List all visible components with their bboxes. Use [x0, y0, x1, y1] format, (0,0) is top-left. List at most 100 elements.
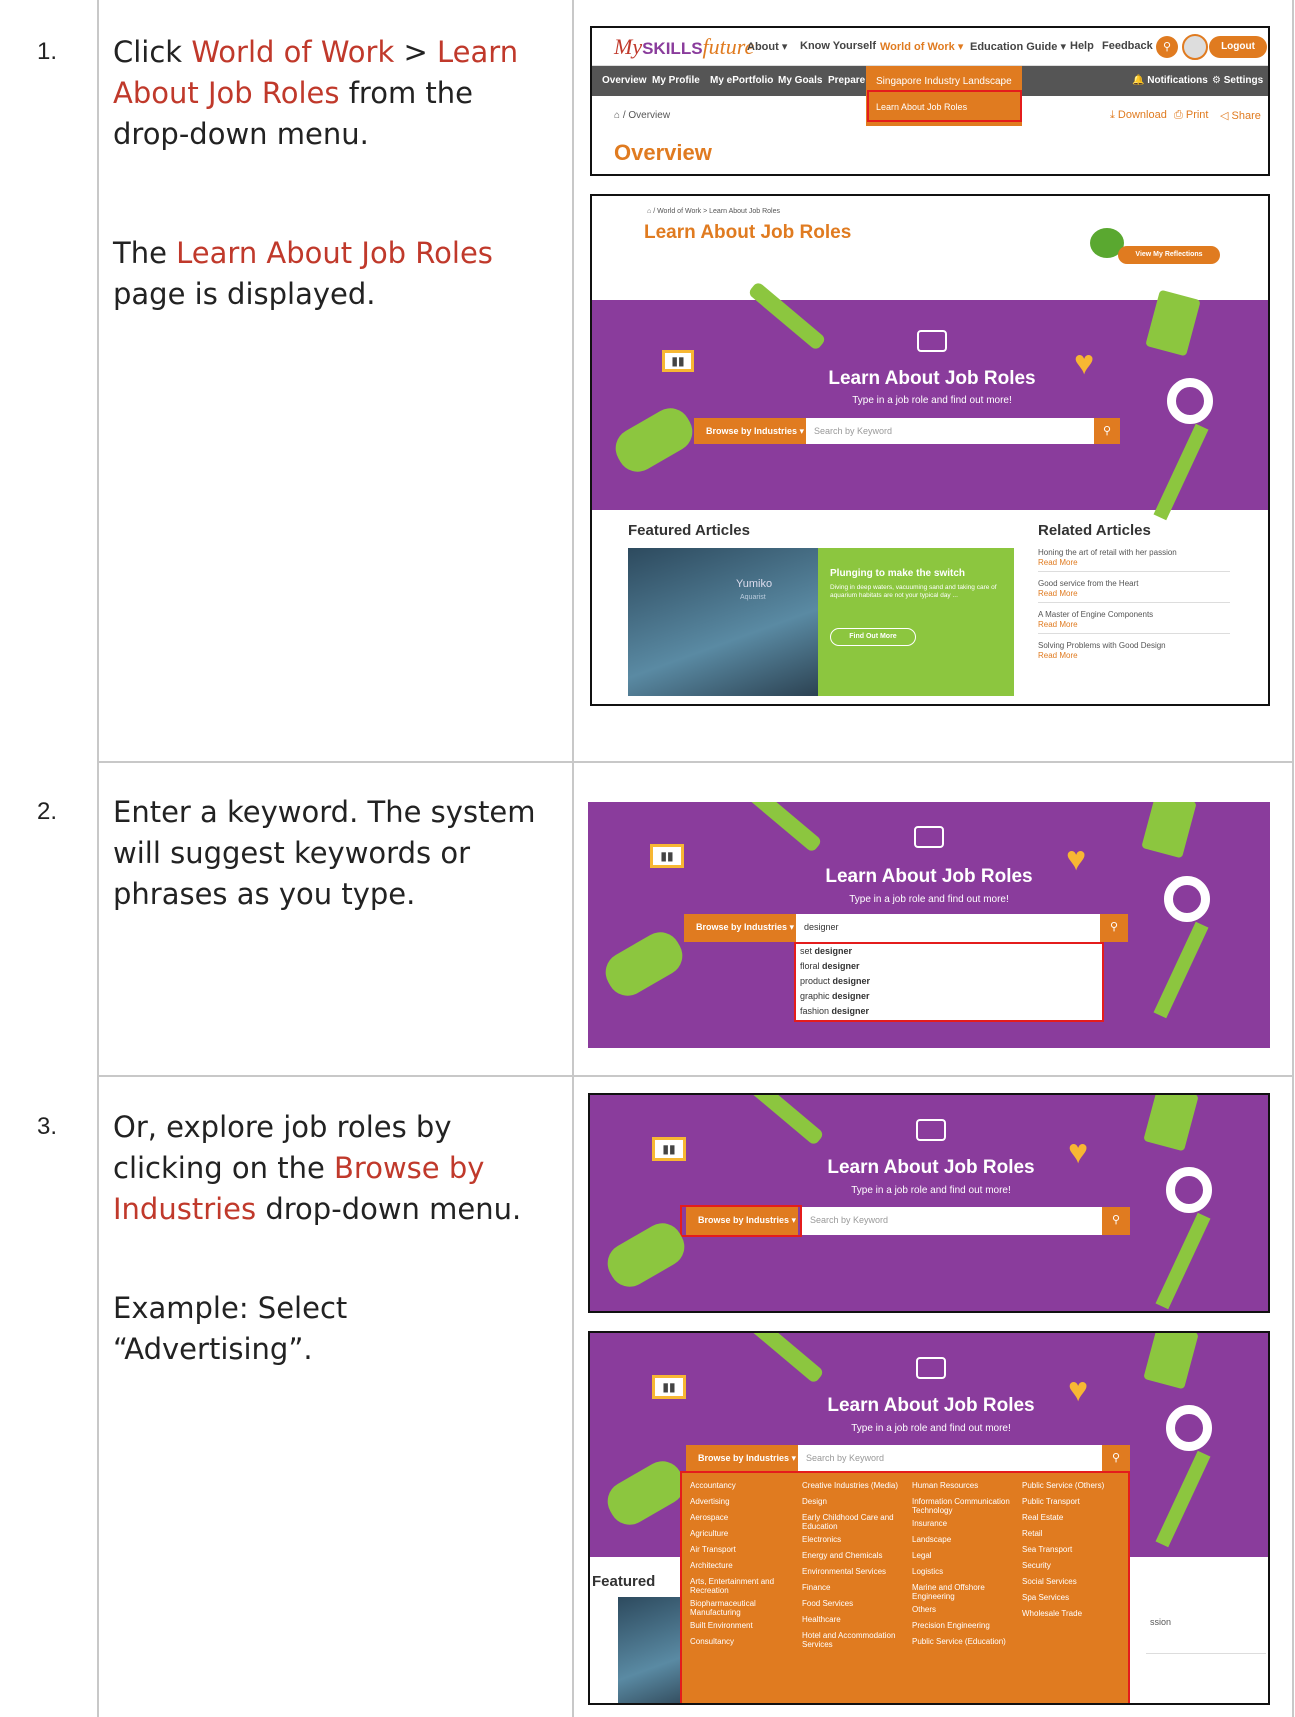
browse-by-industries-dropdown[interactable]: Browse by Industries ▾: [694, 418, 806, 444]
nav-world-of-work[interactable]: World of Work ▾: [880, 40, 963, 53]
pen-icon: [745, 1333, 825, 1385]
read-more-link[interactable]: Read More: [1038, 651, 1078, 660]
subnav-my-profile[interactable]: My Profile: [652, 75, 700, 86]
industry-option[interactable]: Security: [1022, 1561, 1126, 1570]
share-link[interactable]: ◁ Share: [1220, 109, 1261, 122]
search-button[interactable]: ⚲: [1102, 1445, 1130, 1473]
industry-option[interactable]: Sea Transport: [1022, 1545, 1126, 1554]
compass-leg: [1153, 921, 1209, 1019]
nav-help[interactable]: Help: [1070, 40, 1094, 52]
nav-education-guide[interactable]: Education Guide ▾: [970, 40, 1066, 53]
industry-option[interactable]: Accountancy: [690, 1481, 794, 1490]
industry-option[interactable]: Environmental Services: [802, 1567, 906, 1576]
screenshot-keyword-suggestions: ▮▮ ♥ Learn About Job Roles Type in a job…: [588, 802, 1270, 1048]
industry-option[interactable]: Design: [802, 1497, 906, 1506]
card-role: Aquarist: [740, 594, 766, 601]
hero-title: Learn About Job Roles: [828, 368, 1036, 389]
industry-option[interactable]: Finance: [802, 1583, 906, 1592]
read-more-link[interactable]: Read More: [1038, 620, 1078, 629]
industry-option[interactable]: Others: [912, 1605, 1016, 1614]
find-out-more-button[interactable]: Find Out More: [830, 628, 916, 646]
search-input[interactable]: Search by Keyword: [802, 1207, 1102, 1235]
calculator-icon: [1145, 289, 1201, 357]
industry-option[interactable]: Public Transport: [1022, 1497, 1126, 1506]
logout-button[interactable]: Logout: [1209, 36, 1267, 58]
search-input[interactable]: Search by Keyword: [798, 1445, 1102, 1473]
download-link[interactable]: ⤓ Download: [1110, 109, 1167, 122]
read-more-link[interactable]: Read More: [1038, 558, 1078, 567]
briefcase-icon: [916, 1119, 946, 1141]
industry-option[interactable]: Public Service (Others): [1022, 1481, 1126, 1490]
related-article-link[interactable]: Honing the art of retail with her passio…: [1038, 548, 1177, 557]
industry-option[interactable]: Agriculture: [690, 1529, 794, 1538]
related-article-link[interactable]: Good service from the Heart: [1038, 579, 1138, 588]
industry-option[interactable]: Information Communication Technology: [912, 1497, 1016, 1515]
view-reflections-button[interactable]: View My Reflections: [1118, 246, 1220, 264]
related-article-link[interactable]: Solving Problems with Good Design: [1038, 641, 1166, 650]
industry-option[interactable]: Consultancy: [690, 1637, 794, 1646]
notifications-link[interactable]: 🔔 Notifications: [1132, 75, 1208, 86]
nav-about[interactable]: About ▾: [747, 40, 787, 53]
industry-option[interactable]: Landscape: [912, 1535, 1016, 1544]
industry-option[interactable]: Architecture: [690, 1561, 794, 1570]
text: drop-down menu.: [256, 1192, 522, 1226]
industry-option[interactable]: Hotel and Accommodation Services: [802, 1631, 906, 1649]
search-input[interactable]: designer: [796, 914, 1100, 942]
search-input[interactable]: Search by Keyword: [806, 418, 1094, 444]
search-button[interactable]: ⚲: [1094, 418, 1120, 444]
industry-option[interactable]: Arts, Entertainment and Recreation: [690, 1577, 794, 1595]
nav-feedback[interactable]: Feedback: [1102, 40, 1153, 52]
settings-link[interactable]: ⚙ Settings: [1212, 75, 1263, 86]
industry-option[interactable]: Logistics: [912, 1567, 1016, 1576]
site-header: MySKILLSfuture About ▾ Know Yourself Wor…: [592, 28, 1268, 66]
industry-option[interactable]: Legal: [912, 1551, 1016, 1560]
nav-know-yourself[interactable]: Know Yourself: [800, 40, 876, 52]
browse-by-industries-dropdown[interactable]: Browse by Industries ▾: [684, 914, 796, 942]
suggestion-item[interactable]: floral designer: [800, 961, 860, 971]
subnav-my-eportfolio[interactable]: My ePortfolio: [710, 75, 773, 86]
industry-option[interactable]: Energy and Chemicals: [802, 1551, 906, 1560]
suggestion-item[interactable]: graphic designer: [800, 991, 870, 1001]
search-icon[interactable]: ⚲: [1156, 36, 1178, 58]
industry-option[interactable]: Electronics: [802, 1535, 906, 1544]
industry-option[interactable]: Creative Industries (Media): [802, 1481, 906, 1490]
industry-option[interactable]: Public Service (Education): [912, 1637, 1016, 1646]
menu-item-singapore-industry-landscape[interactable]: Singapore Industry Landscape: [876, 76, 1012, 87]
subnav-overview[interactable]: Overview: [602, 75, 646, 86]
hero-banner: ▮▮ ♥ Learn About Job Roles Type in a job…: [590, 1095, 1268, 1311]
avatar[interactable]: [1182, 34, 1208, 60]
industry-option[interactable]: Insurance: [912, 1519, 1016, 1528]
industry-option[interactable]: Retail: [1022, 1529, 1126, 1538]
industry-option[interactable]: Wholesale Trade: [1022, 1609, 1126, 1618]
industry-option[interactable]: Spa Services: [1022, 1593, 1126, 1602]
step-3-example: Example: Select “Advertising”.: [113, 1291, 348, 1366]
industry-option[interactable]: Human Resources: [912, 1481, 1016, 1490]
industry-option[interactable]: Precision Engineering: [912, 1621, 1016, 1630]
industry-option[interactable]: Food Services: [802, 1599, 906, 1608]
suggestion-item[interactable]: set designer: [800, 946, 852, 956]
industry-option[interactable]: Healthcare: [802, 1615, 906, 1624]
industry-option[interactable]: Aerospace: [690, 1513, 794, 1522]
search-button[interactable]: ⚲: [1102, 1207, 1130, 1235]
industry-option[interactable]: Marine and Offshore Engineering: [912, 1583, 1016, 1601]
industry-option[interactable]: Air Transport: [690, 1545, 794, 1554]
industry-option[interactable]: Built Environment: [690, 1621, 794, 1630]
print-link[interactable]: ⎙ Print: [1174, 109, 1208, 122]
related-article-fragment: ssion: [1150, 1617, 1172, 1627]
compass-icon: [1167, 378, 1213, 424]
industry-option[interactable]: Early Childhood Care and Education: [802, 1513, 906, 1531]
subnav-my-goals[interactable]: My Goals: [778, 75, 822, 86]
industry-option[interactable]: Social Services: [1022, 1577, 1126, 1586]
browse-by-industries-dropdown[interactable]: Browse by Industries ▾: [686, 1445, 798, 1473]
suggestion-item[interactable]: fashion designer: [800, 1006, 869, 1016]
suggestion-item[interactable]: product designer: [800, 976, 870, 986]
industry-option[interactable]: Real Estate: [1022, 1513, 1126, 1522]
plane-icon: [600, 1215, 692, 1295]
read-more-link[interactable]: Read More: [1038, 589, 1078, 598]
industry-option[interactable]: Advertising: [690, 1497, 794, 1506]
subnav-prepare[interactable]: Prepare f: [828, 75, 871, 86]
related-article-link[interactable]: A Master of Engine Components: [1038, 610, 1153, 619]
featured-article-image[interactable]: Yumiko Aquarist: [628, 548, 818, 696]
search-button[interactable]: ⚲: [1100, 914, 1128, 942]
industry-option[interactable]: Biopharmaceutical Manufacturing: [690, 1599, 794, 1617]
